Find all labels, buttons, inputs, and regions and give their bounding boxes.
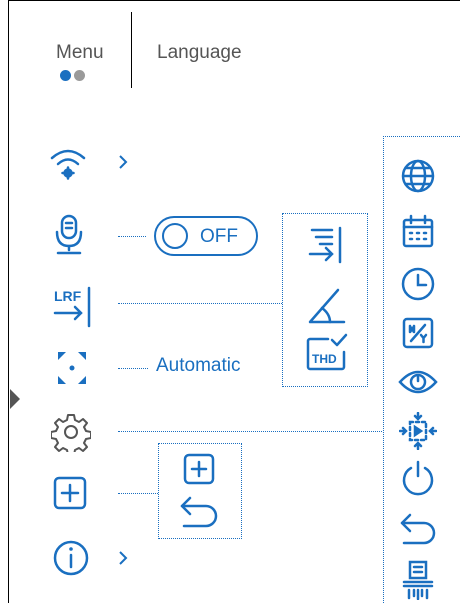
add-connector [118, 493, 158, 494]
lrf-connector [118, 303, 282, 304]
add-icon[interactable] [52, 475, 88, 511]
wifi-settings-icon[interactable] [48, 146, 88, 182]
info-icon[interactable] [52, 539, 90, 577]
add-icon[interactable] [182, 452, 216, 486]
clock-icon[interactable] [400, 266, 436, 302]
globe-icon[interactable] [400, 158, 436, 194]
left-border [8, 0, 9, 603]
thd-icon-text: THD [312, 352, 337, 366]
lrf-icon-text: LRF [54, 288, 82, 304]
calendar-icon[interactable] [401, 214, 435, 248]
angle-icon[interactable] [304, 284, 348, 328]
tab-menu[interactable]: Menu [56, 42, 104, 64]
screen: Menu Language OFF LRF Automatic THD [0, 0, 460, 603]
mic-connector [118, 236, 146, 237]
autofocus-value: Automatic [156, 355, 241, 376]
power-icon[interactable] [401, 460, 435, 498]
autofocus-icon[interactable] [54, 350, 90, 386]
selection-pointer [10, 389, 20, 409]
wifi-submenu-chevron-icon[interactable] [118, 154, 128, 175]
back-icon[interactable] [178, 494, 220, 534]
lrf-icon[interactable]: LRF [53, 286, 95, 328]
info-submenu-chevron-icon[interactable] [118, 550, 128, 571]
reset-icon[interactable] [402, 560, 434, 600]
eye-icon[interactable] [398, 366, 438, 398]
list-mode-icon[interactable] [304, 222, 348, 266]
tab-separator [131, 12, 132, 88]
microphone-icon[interactable] [54, 214, 84, 256]
toggle-label: OFF [200, 226, 238, 247]
tab-language[interactable]: Language [157, 42, 242, 64]
top-border [8, 0, 460, 1]
right-menu-left-border [383, 136, 384, 603]
microphone-toggle[interactable]: OFF [154, 216, 258, 256]
pixel-calibration-icon[interactable] [399, 412, 437, 450]
page-indicator-active [60, 70, 71, 81]
date-format-icon[interactable] [401, 316, 435, 350]
thd-icon[interactable]: THD [304, 332, 348, 376]
autofocus-connector [118, 368, 148, 369]
gear-icon[interactable] [51, 412, 91, 452]
right-menu-top-border [383, 136, 460, 137]
settings-connector [118, 431, 382, 432]
back-icon[interactable] [398, 512, 438, 550]
page-indicator-inactive [74, 70, 85, 81]
toggle-knob [162, 223, 188, 249]
